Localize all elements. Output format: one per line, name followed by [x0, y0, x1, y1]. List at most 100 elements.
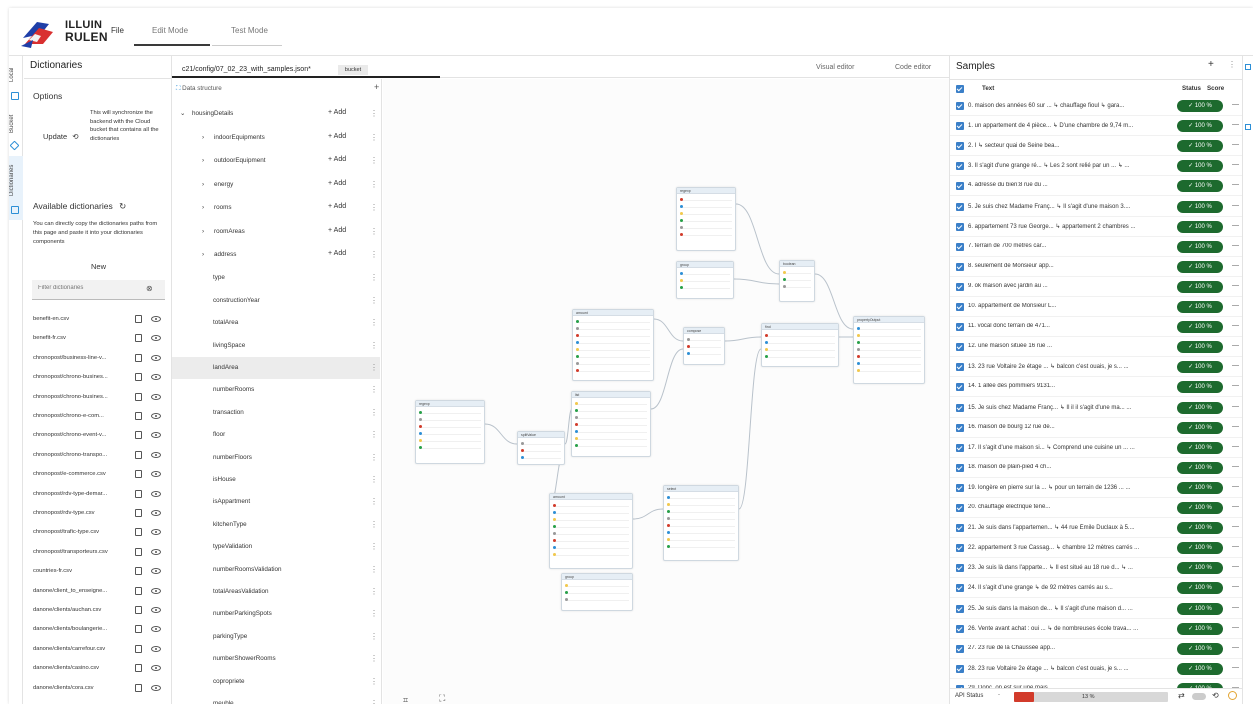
- local-icon[interactable]: [11, 92, 19, 100]
- tree-field-row[interactable]: floor ⋮: [172, 424, 380, 446]
- flow-node[interactable]: propertyOutput: [853, 316, 925, 384]
- sample-menu-icon[interactable]: —: [1232, 443, 1239, 450]
- add-field-button[interactable]: + Add: [328, 250, 346, 257]
- more-options-icon[interactable]: ⋮: [370, 180, 378, 189]
- eye-icon[interactable]: [151, 354, 161, 361]
- tree-field-row[interactable]: numberRoomsValidation ⋮: [172, 559, 380, 581]
- sample-row[interactable]: 18. maison de plain-pied 4 ch... ✓ 100 % —: [950, 458, 1243, 478]
- refresh-icon[interactable]: ↻: [119, 201, 126, 211]
- panel-tab-icon[interactable]: [1245, 124, 1251, 130]
- sample-checkbox[interactable]: [956, 182, 964, 191]
- more-options-icon[interactable]: ⋮: [370, 497, 378, 506]
- add-field-button[interactable]: + Add: [328, 227, 346, 234]
- flow-node[interactable]: splitValue: [517, 431, 565, 465]
- sample-menu-icon[interactable]: —: [1232, 382, 1239, 389]
- port-icon[interactable]: [553, 518, 556, 521]
- eye-icon[interactable]: [151, 587, 161, 594]
- eye-icon[interactable]: [151, 451, 161, 458]
- copy-icon[interactable]: [135, 683, 142, 692]
- sample-row[interactable]: 11. vocal donc terrain de 471... ✓ 100 % —: [950, 317, 1243, 338]
- flow-node[interactable]: amount: [549, 493, 633, 569]
- eye-icon[interactable]: [151, 529, 161, 536]
- port-icon[interactable]: [680, 286, 683, 289]
- more-options-icon[interactable]: ⋮: [370, 565, 378, 574]
- flow-node[interactable]: regexp: [415, 400, 485, 464]
- more-options-icon[interactable]: ⋮: [370, 273, 378, 282]
- copy-icon[interactable]: [135, 567, 142, 576]
- sample-row[interactable]: 4. adresse du bien:8 rue du ... ✓ 100 % —: [950, 176, 1243, 197]
- eye-icon[interactable]: [151, 490, 161, 497]
- more-options-icon[interactable]: ⋮: [370, 520, 378, 529]
- sample-row[interactable]: 14. 1 allée des pommiers 9131... ✓ 100 % —: [950, 377, 1243, 398]
- flow-node[interactable]: amount: [572, 309, 654, 381]
- more-options-icon[interactable]: ⋮: [370, 203, 378, 212]
- tree-field-row[interactable]: type ⋮: [172, 267, 380, 289]
- tree-field-row[interactable]: livingSpace ⋮: [172, 335, 380, 357]
- sample-row[interactable]: 26. Vente avant achat : oui ... ↳ de nom…: [950, 619, 1243, 639]
- flow-node[interactable]: compose: [683, 327, 725, 365]
- port-icon[interactable]: [553, 553, 556, 556]
- dictionary-item[interactable]: chronopost/rdv-type.csv: [33, 507, 163, 521]
- sample-menu-icon[interactable]: —: [1232, 463, 1239, 470]
- more-options-icon[interactable]: ⋮: [370, 156, 378, 165]
- new-dictionary-button[interactable]: New: [91, 262, 106, 271]
- sample-menu-icon[interactable]: —: [1232, 242, 1239, 249]
- tree-field-row[interactable]: isAppartment ⋮: [172, 491, 380, 513]
- port-icon[interactable]: [576, 334, 579, 337]
- tree-field-row[interactable]: transaction ⋮: [172, 402, 380, 424]
- layout-icon[interactable]: ⛶: [439, 693, 445, 704]
- sample-checkbox[interactable]: [956, 142, 964, 151]
- chevron-right-icon[interactable]: ›: [202, 251, 204, 258]
- tree-field-row[interactable]: isHouse ⋮: [172, 469, 380, 491]
- sample-row[interactable]: 6. appartement 73 rue George... ↳ appart…: [950, 217, 1243, 237]
- tree-expandable-row[interactable]: › outdoorEquipment + Add ⋮: [172, 150, 380, 172]
- copy-icon[interactable]: [135, 528, 142, 537]
- sample-row[interactable]: 25. Je suis dans la maison de... ↳ Il s'…: [950, 599, 1243, 619]
- fit-view-icon[interactable]: ⌗: [403, 695, 408, 704]
- sample-checkbox[interactable]: [956, 363, 964, 372]
- tree-field-row[interactable]: totalAreasValidation ⋮: [172, 581, 380, 603]
- copy-icon[interactable]: [135, 392, 142, 401]
- dictionary-item[interactable]: chronopost/business-line-v...: [33, 352, 163, 366]
- copy-icon[interactable]: [135, 625, 142, 634]
- sample-menu-icon[interactable]: —: [1232, 141, 1239, 148]
- copy-icon[interactable]: [135, 412, 142, 420]
- flow-node[interactable]: group: [561, 573, 633, 611]
- port-icon[interactable]: [553, 539, 556, 542]
- port-icon[interactable]: [521, 449, 524, 452]
- port-icon[interactable]: [857, 341, 860, 344]
- port-icon[interactable]: [575, 437, 578, 440]
- more-options-icon[interactable]: ⋮: [370, 363, 378, 372]
- samples-tab-icon[interactable]: [1245, 64, 1251, 70]
- swap-icon[interactable]: ⇄: [1178, 691, 1185, 700]
- flow-node[interactable]: find: [761, 323, 839, 367]
- copy-icon[interactable]: [135, 586, 142, 595]
- dictionary-item[interactable]: chronopost/chrono-event-v...: [33, 429, 163, 443]
- eye-icon[interactable]: [151, 645, 161, 652]
- eye-icon[interactable]: [151, 413, 161, 419]
- flow-node[interactable]: list: [571, 391, 651, 457]
- filter-dictionaries-input[interactable]: [38, 285, 138, 291]
- more-options-icon[interactable]: ⋮: [370, 475, 378, 484]
- eye-icon[interactable]: [151, 626, 161, 633]
- chevron-right-icon[interactable]: ›: [202, 204, 204, 211]
- port-icon[interactable]: [765, 348, 768, 351]
- port-icon[interactable]: [680, 219, 683, 222]
- tree-expandable-row[interactable]: › rooms + Add ⋮: [172, 197, 380, 219]
- tree-expandable-row[interactable]: › roomAreas + Add ⋮: [172, 221, 380, 243]
- port-icon[interactable]: [419, 446, 422, 449]
- eye-icon[interactable]: [151, 471, 161, 478]
- sample-row[interactable]: 22. appartement 3 rue Cassag... ↳ chambr…: [950, 538, 1243, 559]
- port-icon[interactable]: [419, 439, 422, 442]
- tree-field-row[interactable]: kitchenType ⋮: [172, 514, 380, 536]
- port-icon[interactable]: [667, 503, 670, 506]
- port-icon[interactable]: [576, 320, 579, 323]
- sample-checkbox[interactable]: [956, 463, 964, 472]
- sample-menu-icon[interactable]: —: [1232, 664, 1239, 671]
- eye-icon[interactable]: [151, 510, 161, 516]
- add-field-button[interactable]: + Add: [328, 133, 346, 140]
- sample-checkbox[interactable]: [956, 564, 964, 573]
- sample-menu-icon[interactable]: —: [1232, 423, 1239, 430]
- sample-checkbox[interactable]: [956, 122, 964, 131]
- copy-icon[interactable]: [135, 664, 142, 673]
